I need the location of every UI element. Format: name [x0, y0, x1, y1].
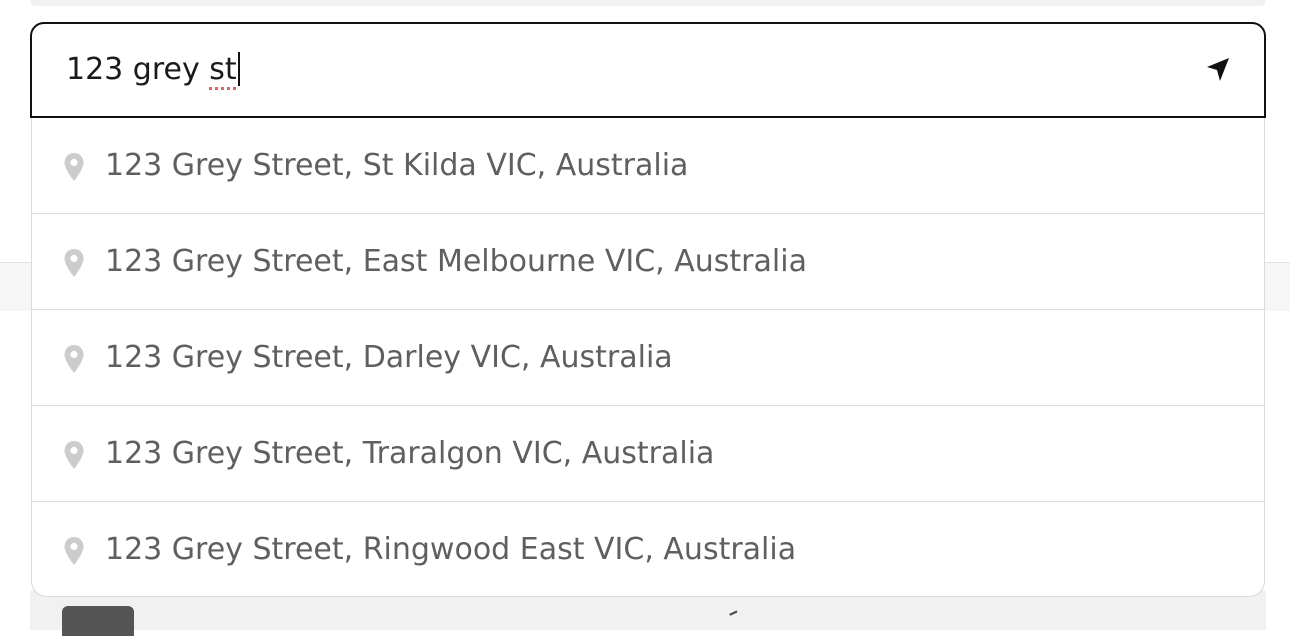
address-search-input[interactable]: 123 grey st: [30, 22, 1266, 118]
address-search-value[interactable]: 123 grey st: [66, 52, 240, 87]
suggestion-label: 123 Grey Street, Traralgon VIC, Australi…: [105, 436, 715, 471]
use-current-location-button[interactable]: [1202, 54, 1234, 86]
suggestion-label: 123 Grey Street, Darley VIC, Australia: [105, 340, 673, 375]
suggestion-label: 123 Grey Street, St Kilda VIC, Australia: [105, 148, 689, 183]
address-suggestions-list: 123 Grey Street, St Kilda VIC, Australia…: [31, 118, 1265, 597]
location-pin-icon: [64, 345, 84, 373]
location-pin-icon: [64, 441, 84, 469]
text-caret: [237, 52, 240, 86]
suggestion-item[interactable]: 123 Grey Street, East Melbourne VIC, Aus…: [32, 214, 1264, 310]
suggestion-item[interactable]: 123 Grey Street, St Kilda VIC, Australia: [32, 118, 1264, 214]
suggestion-item[interactable]: 123 Grey Street, Ringwood East VIC, Aust…: [32, 502, 1264, 596]
location-pin-icon: [64, 153, 84, 181]
previous-field-edge: [30, 0, 1266, 6]
suggestion-label: 123 Grey Street, Ringwood East VIC, Aust…: [105, 532, 797, 567]
background-chip: [62, 606, 134, 636]
navigation-arrow-icon: [1207, 58, 1229, 81]
location-pin-icon: [64, 537, 84, 565]
search-value-main: 123 grey: [66, 52, 210, 87]
location-pin-icon: [64, 249, 84, 277]
suggestion-item[interactable]: 123 Grey Street, Darley VIC, Australia: [32, 310, 1264, 406]
suggestion-label: 123 Grey Street, East Melbourne VIC, Aus…: [105, 244, 807, 279]
suggestion-item[interactable]: 123 Grey Street, Traralgon VIC, Australi…: [32, 406, 1264, 502]
search-value-misspelled: st: [209, 52, 237, 87]
